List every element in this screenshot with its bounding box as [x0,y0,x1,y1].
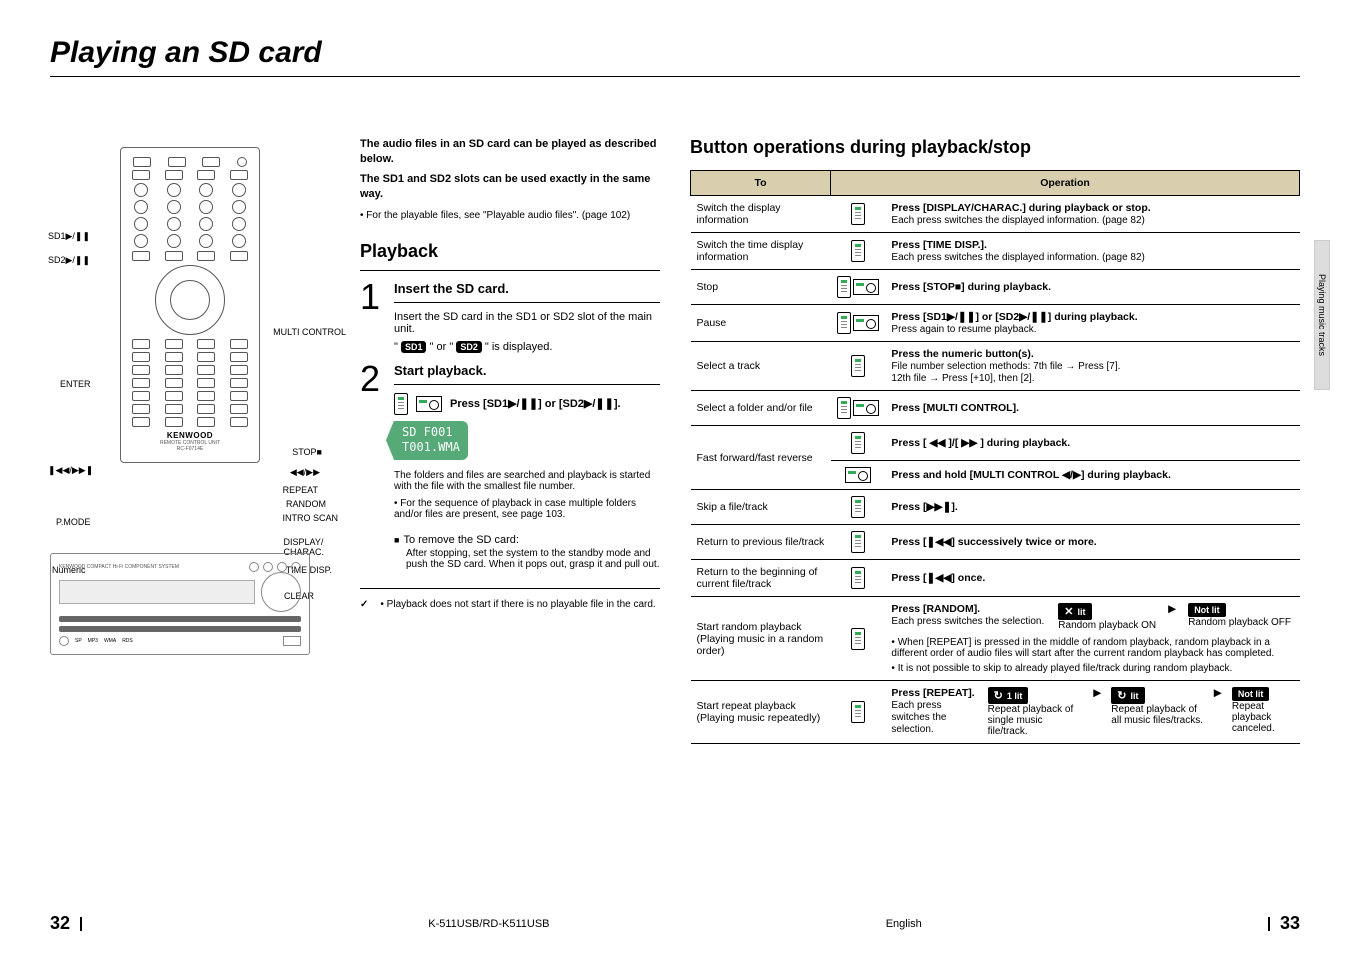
remote-icon [851,531,865,553]
main-unit-diagram: KENWOOD COMPACT Hi-Fi COMPONENT SYSTEM S… [50,553,310,655]
step-1-number: 1 [360,281,384,353]
label-skip: ❚◀◀/▶▶❚ [48,465,93,476]
label-pmode: P.MODE [56,517,90,527]
remote-icon [851,203,865,225]
unit-icon [416,396,442,412]
remote-icon [851,567,865,589]
sd1-badge: SD1 [401,341,427,353]
label-random: RANDOM [286,499,326,509]
label-intro: INTRO SCAN [282,513,338,523]
th-op: Operation [831,171,1300,196]
page-right: 33 [1280,913,1300,934]
label-multi: MULTI CONTROL [273,327,346,337]
remote-icon [394,393,408,415]
label-enter: ENTER [60,379,91,389]
step-2-after1: The folders and files are searched and p… [394,470,660,492]
intro-line2: The SD1 and SD2 slots can be used exactl… [360,173,650,200]
button-ops-heading: Button operations during playback/stop [690,137,1300,158]
remote-icon [837,397,851,419]
step-2-number: 2 [360,363,384,570]
side-tab: Playing music tracks [1314,240,1330,390]
unit-icon [853,400,879,416]
remote-brand: KENWOOD [125,431,255,440]
remote-brand-sub: REMOTE CONTROL UNIT RC-F0714E [125,440,255,452]
remote-icon [851,432,865,454]
step1-quote-a: " [394,341,401,353]
loop-icon [1117,689,1126,702]
step-1-title: Insert the SD card. [394,281,660,296]
lcd-line2: T001.WMA [402,440,460,456]
lcd-display: SD F001 T001.WMA [394,421,468,460]
unit-icon [845,467,871,483]
loop-icon [994,689,1003,702]
intro-line3: For the playable files, see "Playable au… [366,210,630,221]
sd2-badge: SD2 [456,341,482,353]
step-2-press: Press [SD1▶/❚❚] or [SD2▶/❚❚]. [450,397,621,410]
remote-icon [851,355,865,377]
label-rewff: ◀◀/▶▶ [290,467,320,478]
remote-diagram: SD1▶/❚❚ SD2▶/❚❚ ENTER ❚◀◀/▶▶❚ P.MODE Num… [50,147,330,463]
footer: 32 K-511USB/RD-K511USB English 33 [0,905,1350,954]
remove-heading: To remove the SD card: [403,534,519,546]
step-2-title: Start playback. [394,363,660,378]
remote-icon [851,628,865,650]
label-repeat: REPEAT [283,485,318,495]
label-sd2: SD2▶/❚❚ [48,255,90,266]
footer-model: K-511USB/RD-K511USB [428,918,549,930]
remote-icon [851,240,865,262]
remote-icon [837,312,851,334]
operations-table: To Operation Switch the display informat… [690,170,1300,744]
unit-icon [853,315,879,331]
title-rule [50,76,1300,77]
step-2-after2: For the sequence of playback in case mul… [394,498,636,520]
page-title: Playing an SD card [50,36,1300,70]
label-stop: STOP■ [292,447,322,457]
check-note: Playback does not start if there is no p… [387,599,656,610]
remove-body: After stopping, set the system to the st… [394,548,660,570]
remote-icon [851,496,865,518]
label-sd1: SD1▶/❚❚ [48,231,90,242]
check-icon [360,599,372,610]
footer-lang: English [886,918,922,930]
step-1-body: Insert the SD card in the SD1 or SD2 slo… [394,311,660,335]
intro-line1: The audio files in an SD card can be pla… [360,138,656,165]
step1-quote-b: " or " [426,341,456,353]
shuffle-icon [1064,605,1073,618]
playback-heading: Playback [360,241,660,262]
unit-icon [853,279,879,295]
step1-quote-c: " is displayed. [482,341,553,353]
remote-icon [851,701,865,723]
remote-icon [837,276,851,298]
th-to: To [691,171,831,196]
page-left: 32 [50,913,70,934]
lcd-line1: SD F001 [402,425,460,441]
